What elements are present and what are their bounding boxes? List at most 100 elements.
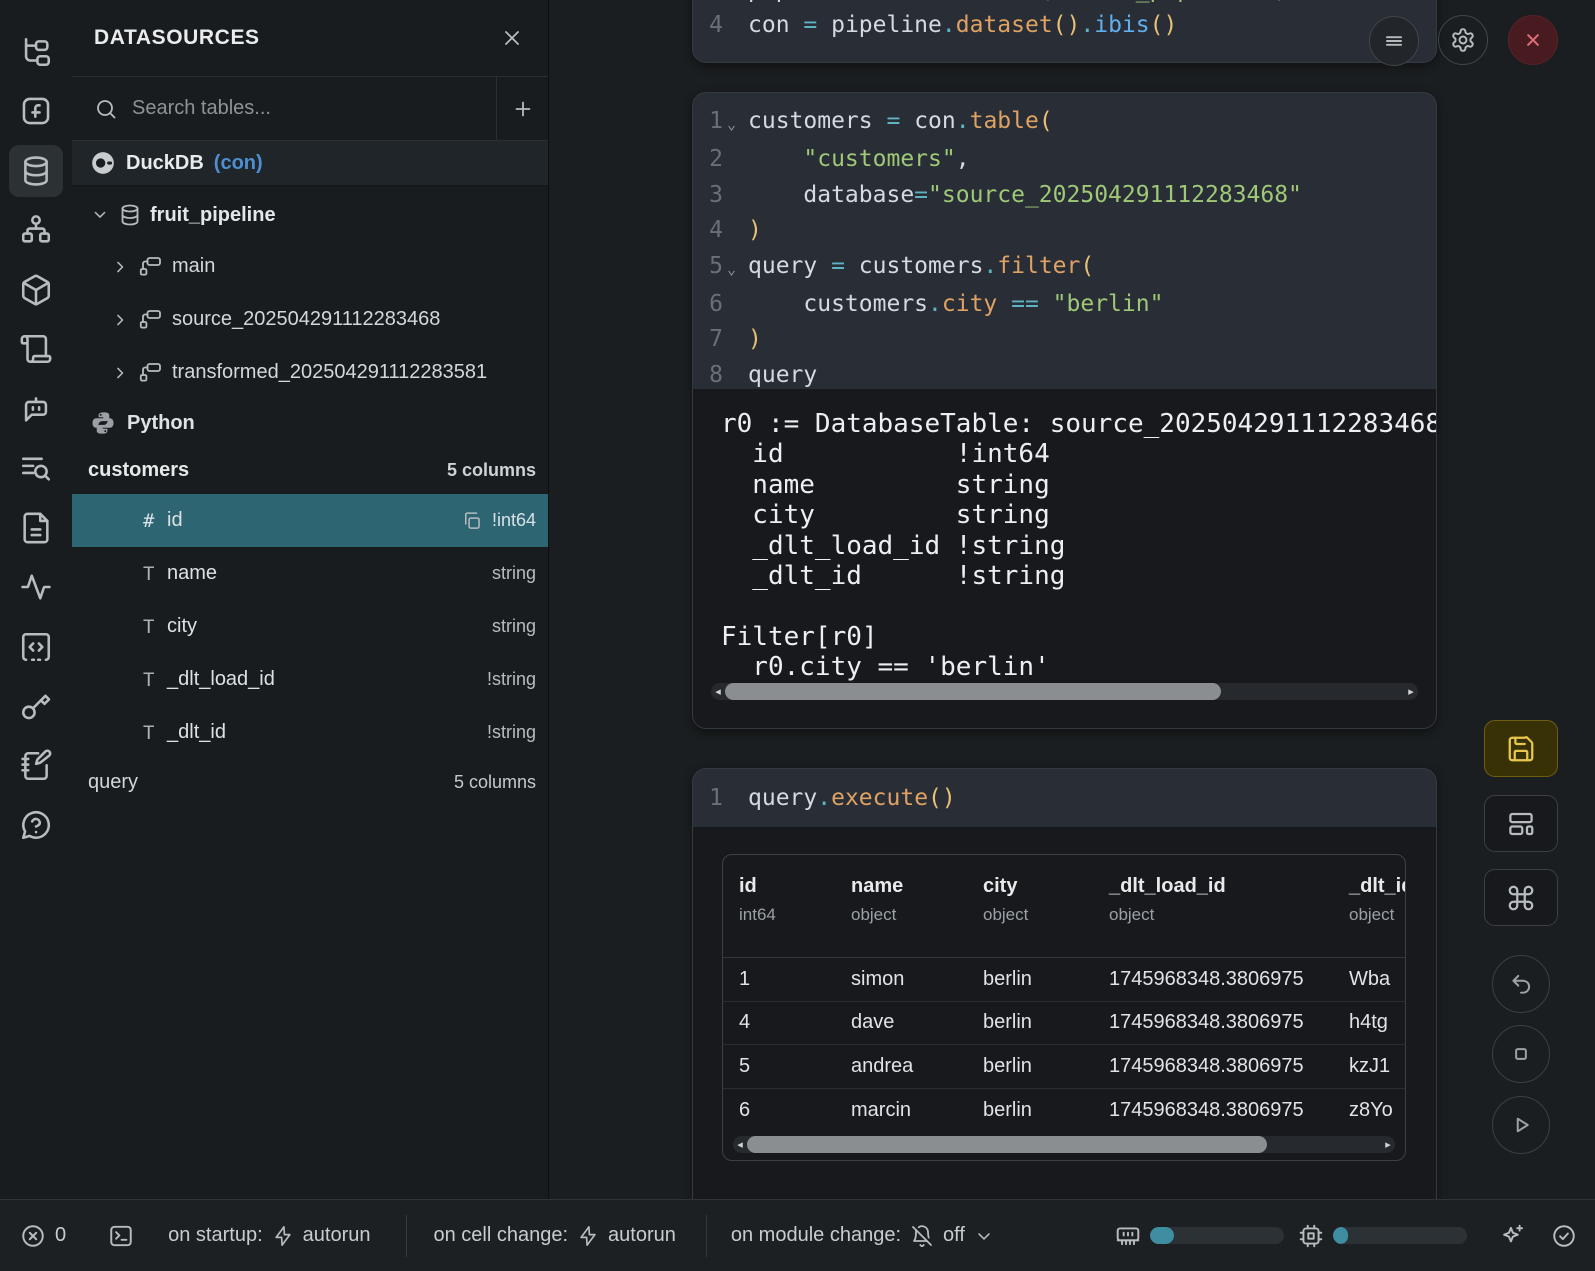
memory-progress-bar [1150, 1227, 1284, 1244]
column-row-name[interactable]: T name string [72, 547, 548, 600]
ai-chat-tab[interactable] [0, 379, 72, 439]
code-editor[interactable]: 1query.execute() [693, 769, 1436, 827]
error-count: 0 [55, 1224, 66, 1247]
secrets-tab[interactable] [0, 677, 72, 737]
table-column-header[interactable]: _dlt_load_idobject [1109, 875, 1349, 925]
close-panel-button[interactable] [500, 26, 524, 50]
code-cell-1[interactable]: 3pipeline = dlt.attach("fruit_pipeline")… [692, 0, 1437, 63]
terminal-button[interactable] [108, 1223, 134, 1249]
logs-tab[interactable] [0, 320, 72, 380]
documentation-tab[interactable] [0, 498, 72, 558]
stop-execution-button[interactable] [1492, 1025, 1550, 1083]
scroll-right-arrow[interactable]: ▸ [1404, 685, 1418, 698]
run-all-button[interactable] [1492, 1096, 1550, 1154]
table-column-header[interactable]: cityobject [983, 875, 1109, 925]
column-row-dlt-id[interactable]: T _dlt_id !string [72, 706, 548, 759]
search-tables-input[interactable] [132, 97, 432, 120]
ai-assist-button[interactable] [1499, 1223, 1525, 1249]
code-editor[interactable]: 3pipeline = dlt.attach("fruit_pipeline")… [693, 0, 1436, 55]
list-search-icon [19, 451, 53, 485]
on-startup-setting[interactable]: on startup: autorun [168, 1224, 370, 1247]
kernel-status-indicator[interactable] [1551, 1223, 1577, 1249]
database-icon [19, 154, 53, 188]
network-icon [19, 213, 53, 247]
table-cell: marcin [851, 1099, 983, 1122]
table-header-customers[interactable]: customers 5 columns [72, 447, 548, 494]
horizontal-scrollbar[interactable]: ◂ ▸ [733, 1136, 1395, 1153]
save-notebook-button[interactable] [1484, 720, 1558, 777]
settings-button[interactable] [1438, 15, 1488, 65]
on-module-change-setting[interactable]: on module change: off [731, 1224, 994, 1248]
horizontal-scrollbar[interactable]: ◂ ▸ [711, 683, 1418, 700]
error-indicator[interactable]: 0 [20, 1223, 66, 1249]
scrollbar-thumb[interactable] [747, 1136, 1267, 1153]
column-row-id[interactable]: # id !int64 [72, 494, 548, 547]
scroll-left-arrow[interactable]: ◂ [733, 1138, 747, 1151]
table-column-header[interactable]: nameobject [851, 875, 983, 925]
column-row-city[interactable]: T city string [72, 600, 548, 653]
table-cell: Wba [1349, 968, 1406, 991]
table-row[interactable]: 6marcinberlin1745968348.3806975z8Yo [723, 1089, 1405, 1133]
layout-toggle-button[interactable] [1484, 795, 1558, 852]
column-row-dlt-load-id[interactable]: T _dlt_load_id !string [72, 653, 548, 706]
zap-icon [577, 1225, 599, 1247]
shutdown-button[interactable] [1508, 15, 1558, 65]
dependencies-tab[interactable] [0, 201, 72, 261]
help-tab[interactable] [0, 796, 72, 856]
connection-row-duckdb[interactable]: DuckDB (con) [72, 141, 548, 186]
code-line: 3pipeline = dlt.attach("fruit_pipeline") [693, 0, 1436, 8]
table-cell: berlin [983, 968, 1109, 991]
datasources-tab[interactable] [0, 141, 72, 201]
table-cell: andrea [851, 1055, 983, 1078]
cpu-icon [1298, 1223, 1324, 1249]
table-column-header[interactable]: _dlt_idobject [1349, 875, 1406, 925]
tree-item-database[interactable]: fruit_pipeline [72, 190, 548, 240]
scrollbar-thumb[interactable] [725, 683, 1221, 700]
gear-icon [1450, 27, 1476, 53]
notebook-menu-button[interactable] [1369, 16, 1419, 66]
command-palette-button[interactable] [1484, 869, 1558, 926]
cpu-progress-bar [1333, 1227, 1467, 1244]
file-explorer-tab[interactable] [0, 22, 72, 82]
table-row[interactable]: 1simonberlin1745968348.3806975Wba [723, 958, 1405, 1002]
schema-name: main [172, 255, 215, 278]
table-header-query[interactable]: query 5 columns [72, 759, 548, 806]
text-type-icon: T [143, 669, 167, 691]
table-row[interactable]: 4daveberlin1745968348.3806975h4tg [723, 1002, 1405, 1046]
functions-tab[interactable] [0, 82, 72, 142]
copy-icon[interactable] [462, 511, 482, 531]
scroll-right-arrow[interactable]: ▸ [1381, 1138, 1395, 1151]
snippets-tab[interactable] [0, 617, 72, 677]
file-tree-icon [19, 35, 53, 69]
table-cell: h4tg [1349, 1011, 1406, 1034]
code-cell-3[interactable]: 1query.execute() idint64nameobjectcityob… [692, 768, 1437, 1199]
section-python[interactable]: Python [72, 399, 548, 447]
code-editor[interactable]: 1⌄customers = con.table(2 "customers",3 … [693, 93, 1436, 404]
search-tables-box[interactable] [72, 77, 496, 140]
engine-connection: (con) [214, 152, 263, 175]
text-type-icon: T [143, 722, 167, 744]
log-search-tab[interactable] [0, 439, 72, 499]
packages-tab[interactable] [0, 260, 72, 320]
scratchpad-tab[interactable] [0, 736, 72, 796]
tree-item-schema-source[interactable]: source_202504291112283468 [72, 293, 548, 346]
code-line: 4) [693, 213, 1436, 248]
close-icon [1520, 27, 1546, 53]
package-box-icon [19, 273, 53, 307]
table-column-header[interactable]: idint64 [739, 875, 851, 925]
on-cell-change-setting[interactable]: on cell change: autorun [433, 1224, 675, 1247]
tree-item-schema-transformed[interactable]: transformed_202504291112283581 [72, 346, 548, 399]
code-cell-2[interactable]: 1⌄customers = con.table(2 "customers",3 … [692, 92, 1437, 729]
check-circle-icon [1551, 1223, 1577, 1249]
chevron-down-icon [90, 205, 110, 225]
code-line: 2 "customers", [693, 142, 1436, 177]
add-datasource-button[interactable] [496, 77, 548, 140]
code-line: 4con = pipeline.dataset().ibis() [693, 8, 1436, 43]
tree-item-schema-main[interactable]: main [72, 240, 548, 293]
undo-button[interactable] [1492, 955, 1550, 1013]
tracing-tab[interactable] [0, 558, 72, 618]
database-icon [118, 203, 142, 227]
database-name: fruit_pipeline [150, 204, 276, 227]
table-row[interactable]: 5andreaberlin1745968348.3806975kzJ1 [723, 1045, 1405, 1089]
scroll-left-arrow[interactable]: ◂ [711, 685, 725, 698]
